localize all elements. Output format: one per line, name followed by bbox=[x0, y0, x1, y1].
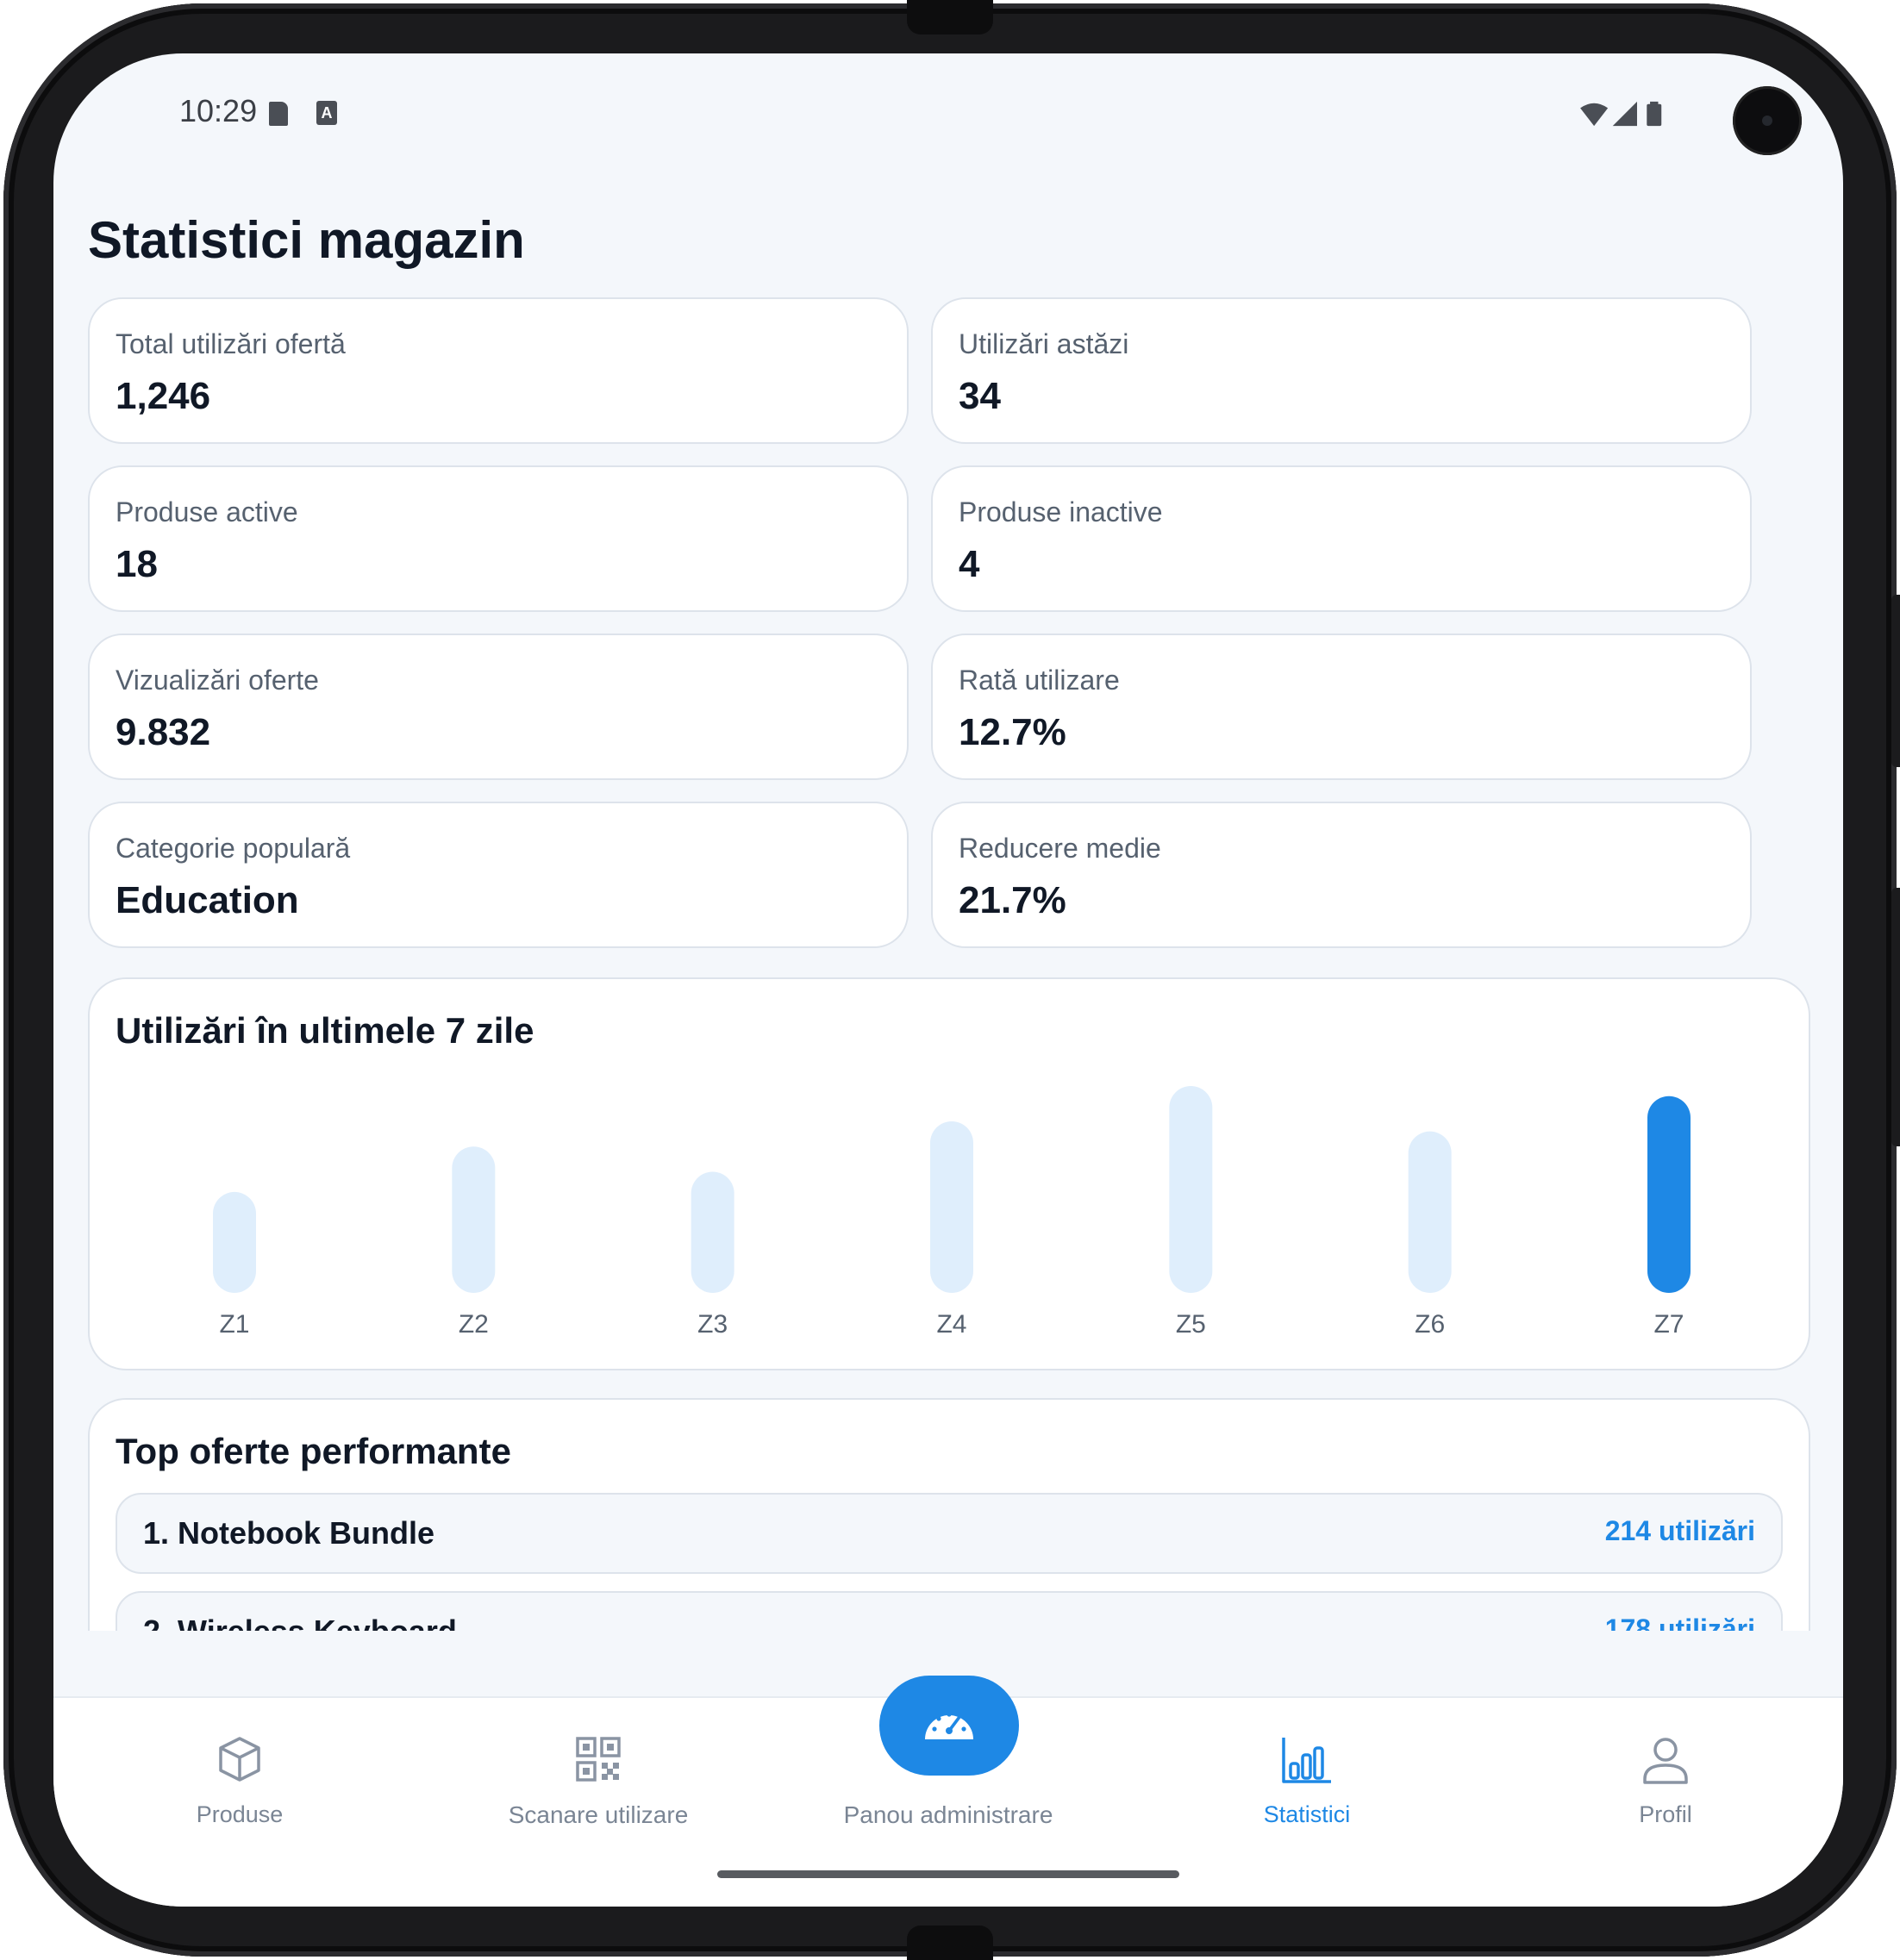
nav-item-scanare[interactable]: Scanare utilizare bbox=[426, 1698, 771, 1836]
nav-item-profil[interactable]: Profil bbox=[1493, 1698, 1838, 1836]
stat-card-popular-category: Categorie populară Education bbox=[88, 802, 909, 948]
stat-label: Categorie populară bbox=[116, 833, 351, 864]
stat-label: Reducere medie bbox=[959, 833, 1161, 864]
screen: 10:29 A Statistici magazin Total utiliză… bbox=[53, 53, 1843, 1907]
stat-label: Rată utilizare bbox=[959, 665, 1120, 696]
stat-value: 9.832 bbox=[116, 711, 211, 753]
chart-bar-z1 bbox=[213, 1191, 256, 1293]
nav-label: Produse bbox=[196, 1801, 284, 1827]
chart-bar-z7 bbox=[1647, 1095, 1691, 1293]
nav-item-statistici[interactable]: Statistici bbox=[1134, 1698, 1479, 1836]
stat-card-offer-views: Vizualizări oferte 9.832 bbox=[88, 634, 909, 780]
scroll-content[interactable]: Statistici magazin Total utilizări ofert… bbox=[53, 53, 1843, 1631]
nav-label: Profil bbox=[1639, 1801, 1692, 1827]
chart-bar-z3 bbox=[691, 1171, 734, 1293]
offer-name: 1. Notebook Bundle bbox=[143, 1515, 435, 1551]
offer-name: 2. Wireless Keyboard bbox=[143, 1614, 457, 1631]
nav-item-panou-administrare[interactable]: Panou administrare bbox=[776, 1698, 1121, 1836]
top-offers-title: Top oferte performante bbox=[116, 1431, 511, 1471]
stat-value: 4 bbox=[959, 543, 980, 585]
usage-bar-chart: Z1 Z2 Z3 Z4 Z5 Z6 Z7 bbox=[213, 1086, 1691, 1339]
nav-label: Panou administrare bbox=[843, 1801, 1053, 1828]
nav-label: Scanare utilizare bbox=[508, 1801, 689, 1828]
chart-bar-z4 bbox=[930, 1120, 973, 1293]
chart-tick-label: Z5 bbox=[1176, 1310, 1206, 1339]
offer-count: 214 utilizări bbox=[1604, 1515, 1755, 1546]
stat-value: Education bbox=[116, 879, 299, 921]
home-indicator[interactable] bbox=[717, 1870, 1179, 1878]
stat-value: 1,246 bbox=[116, 375, 211, 417]
offer-count: 178 utilizări bbox=[1604, 1614, 1755, 1631]
top-offers-card: Top oferte performante 1. Notebook Bundl… bbox=[88, 1398, 1810, 1631]
chart-tick-label: Z1 bbox=[219, 1310, 249, 1339]
stat-card-active-products: Produse active 18 bbox=[88, 465, 909, 612]
page-title: Statistici magazin bbox=[88, 211, 525, 269]
bar-chart-icon bbox=[1282, 1738, 1331, 1783]
stat-label: Produse inactive bbox=[959, 496, 1163, 527]
side-button-upper bbox=[1891, 595, 1900, 767]
stat-card-average-discount: Reducere medie 21.7% bbox=[931, 802, 1752, 948]
chart-tick-label: Z4 bbox=[936, 1310, 966, 1339]
hinge-top bbox=[907, 0, 993, 34]
side-button-lower bbox=[1891, 888, 1900, 1146]
chart-bar-z6 bbox=[1408, 1131, 1452, 1293]
chart-tick-label: Z7 bbox=[1653, 1310, 1684, 1339]
user-icon bbox=[1643, 1738, 1688, 1784]
stat-value: 34 bbox=[959, 375, 1001, 417]
stat-card-usage-rate: Rată utilizare 12.7% bbox=[931, 634, 1752, 780]
chart-tick-label: Z6 bbox=[1415, 1310, 1445, 1339]
stat-label: Vizualizări oferte bbox=[116, 665, 319, 696]
qr-code-icon bbox=[576, 1737, 621, 1782]
chart-bar-z2 bbox=[452, 1146, 496, 1293]
stat-value: 12.7% bbox=[959, 711, 1066, 753]
phone-device: 10:29 A Statistici magazin Total utiliză… bbox=[0, 0, 1900, 1960]
hinge-bottom bbox=[907, 1926, 993, 1960]
stat-label: Total utilizări ofertă bbox=[116, 328, 346, 359]
offer-row[interactable]: 1. Notebook Bundle 214 utilizări bbox=[116, 1493, 1783, 1574]
offer-row[interactable]: 2. Wireless Keyboard 178 utilizări bbox=[116, 1591, 1783, 1631]
stat-label: Produse active bbox=[116, 496, 298, 527]
stat-card-total-uses: Total utilizări ofertă 1,246 bbox=[88, 297, 909, 444]
stat-card-uses-today: Utilizări astăzi 34 bbox=[931, 297, 1752, 444]
stat-label: Utilizări astăzi bbox=[959, 328, 1129, 359]
box-icon bbox=[219, 1737, 260, 1782]
stat-card-inactive-products: Produse inactive 4 bbox=[931, 465, 1752, 612]
chart-tick-label: Z3 bbox=[697, 1310, 728, 1339]
nav-label: Statistici bbox=[1263, 1801, 1351, 1827]
nav-item-produse[interactable]: Produse bbox=[67, 1698, 412, 1836]
chart-bar-z5 bbox=[1169, 1086, 1213, 1293]
chart-tick-label: Z2 bbox=[459, 1310, 489, 1339]
stat-value: 18 bbox=[116, 543, 158, 585]
stat-value: 21.7% bbox=[959, 879, 1066, 921]
usage-chart-card: Utilizări în ultimele 7 zile Z1 Z2 Z3 Z4 Z5 Z… bbox=[88, 977, 1810, 1370]
